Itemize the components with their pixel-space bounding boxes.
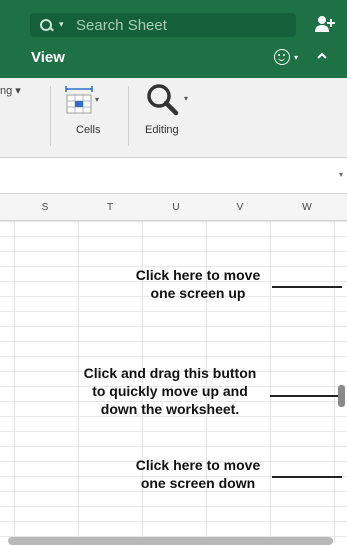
annotation-leader <box>272 286 342 288</box>
horizontal-scrollbar[interactable] <box>8 537 333 545</box>
annotation-screen-down: Click here to move one screen down <box>118 456 278 492</box>
feedback-caret-icon[interactable]: ▾ <box>294 53 298 62</box>
tab-view[interactable]: View <box>31 49 65 66</box>
search-dropdown-caret[interactable]: ▾ <box>59 19 64 30</box>
magnifier-icon[interactable] <box>145 82 181 118</box>
cells-icon[interactable] <box>64 85 94 115</box>
annotation-line: down the worksheet. <box>100 401 240 417</box>
ribbon-divider <box>128 86 129 146</box>
cells-label: Cells <box>76 124 101 136</box>
annotation-screen-up: Click here to move one screen up <box>118 266 278 302</box>
column-header-v[interactable]: V <box>230 202 250 213</box>
formula-expand-icon[interactable]: ▾ <box>339 170 343 179</box>
annotation-line: Click here to move <box>135 457 261 473</box>
ribbon-divider <box>50 86 51 146</box>
share-person-icon[interactable] <box>314 14 336 36</box>
ribbon-partial-button[interactable]: ng ▾ <box>0 84 21 97</box>
search-placeholder: Search Sheet <box>76 16 167 34</box>
annotation-line: Click and drag this button <box>83 365 257 381</box>
search-icon <box>40 19 52 31</box>
annotation-line: Click here to move <box>135 267 261 283</box>
formula-bar[interactable]: ▾ <box>0 158 347 194</box>
cells-caret-icon[interactable]: ▾ <box>95 95 99 104</box>
column-header-w[interactable]: W <box>297 202 317 213</box>
annotation-line: one screen down <box>140 475 256 491</box>
vertical-scroll-thumb[interactable] <box>338 385 345 407</box>
ribbon: ng ▾ ▾ Cells ▾ Editing <box>0 78 347 158</box>
annotation-drag-thumb: Click and drag this button to quickly mo… <box>60 364 280 418</box>
column-header-s[interactable]: S <box>35 202 55 213</box>
annotation-leader <box>270 395 338 397</box>
column-header: S T U V W <box>0 194 347 221</box>
editing-caret-icon[interactable]: ▾ <box>184 94 188 103</box>
column-header-t[interactable]: T <box>100 202 120 213</box>
smiley-feedback-icon[interactable] <box>274 49 290 65</box>
search-box[interactable]: ▾ Search Sheet <box>30 13 296 37</box>
column-header-u[interactable]: U <box>166 202 186 213</box>
editing-label: Editing <box>145 124 179 136</box>
title-bar: ▾ Search Sheet View ▾ <box>0 0 347 78</box>
annotation-line: one screen up <box>150 285 246 301</box>
annotation-leader <box>272 476 342 478</box>
annotation-line: to quickly move up and <box>92 383 248 399</box>
collapse-ribbon-icon[interactable] <box>317 51 327 61</box>
